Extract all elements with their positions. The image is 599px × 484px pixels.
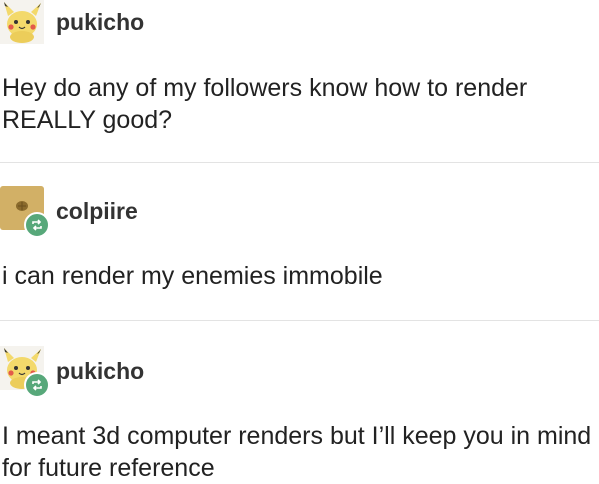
reblog-icon [24, 212, 50, 238]
post-2: colpiire i can render my enemies immobil… [0, 186, 599, 306]
reblog-icon [24, 372, 50, 398]
post-username[interactable]: colpiire [56, 198, 138, 225]
post-username[interactable]: pukicho [56, 9, 144, 36]
pikachu-plush-icon[interactable] [0, 0, 44, 44]
post-body: i can render my enemies immobile [2, 262, 383, 290]
post-body: Hey do any of my followers know how to r… [2, 74, 535, 134]
post-divider [0, 320, 599, 321]
post-1: pukicho Hey do any of my followers know … [0, 0, 599, 160]
post-3: pukicho I meant 3d computer renders but … [0, 346, 599, 482]
post-divider [0, 162, 599, 163]
post-body: I meant 3d computer renders but I’ll kee… [2, 422, 599, 482]
post-username[interactable]: pukicho [56, 358, 144, 385]
